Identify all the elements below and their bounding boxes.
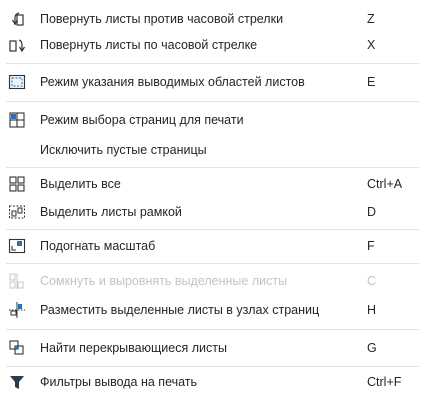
menu-item-label: Выделить листы рамкой <box>40 205 182 219</box>
menu-separator <box>6 63 419 64</box>
context-menu: Повернуть листы против часовой стрелки Z… <box>0 0 425 391</box>
fit-scale-icon <box>8 237 26 255</box>
menu-item-label: Фильтры вывода на печать <box>40 375 198 389</box>
menu-item-label: Повернуть листы по часовой стрелке <box>40 38 258 52</box>
rotate-ccw-icon <box>8 10 26 28</box>
align-sheets-icon <box>8 272 26 290</box>
menu-item-label: Найти перекрывающиеся листы <box>40 341 227 355</box>
menu-item-fit-scale[interactable]: Подогнать масштаб F <box>0 233 425 259</box>
menu-item-find-overlap[interactable]: Найти перекрывающиеся листы G <box>0 335 425 361</box>
menu-item-shortcut: Z <box>367 12 375 26</box>
menu-item-rotate-cw[interactable]: Повернуть листы по часовой стрелке X <box>0 32 425 58</box>
menu-item-label: Сомкнуть и выровнять выделенные листы <box>40 274 288 288</box>
menu-item-shortcut: Ctrl+A <box>367 177 403 191</box>
menu-item-label: Разместить выделенные листы в узлах стра… <box>40 303 320 317</box>
print-area-mode-icon <box>8 73 26 91</box>
menu-separator <box>6 229 419 230</box>
page-select-mode-icon <box>8 111 26 129</box>
menu-item-shortcut: Ctrl+F <box>367 375 402 389</box>
menu-separator <box>6 101 419 102</box>
menu-item-print-filters[interactable]: Фильтры вывода на печать Ctrl+F <box>0 369 425 395</box>
select-all-icon <box>8 175 26 193</box>
menu-item-page-select-mode[interactable]: Режим выбора страниц для печати <box>0 107 425 133</box>
menu-item-exclude-empty-pages[interactable]: Исключить пустые страницы <box>0 137 425 163</box>
menu-item-align-sheets[interactable]: Сомкнуть и выровнять выделенные листы C <box>0 268 425 294</box>
menu-separator <box>6 167 419 168</box>
menu-item-label: Режим выбора страниц для печати <box>40 113 244 127</box>
menu-separator <box>6 329 419 330</box>
menu-item-shortcut: H <box>367 303 377 317</box>
rotate-cw-icon <box>8 36 26 54</box>
menu-separator <box>6 263 419 264</box>
menu-item-print-area-mode[interactable]: Режим указания выводимых областей листов… <box>0 69 425 95</box>
menu-item-shortcut: D <box>367 205 377 219</box>
menu-item-select-all[interactable]: Выделить все Ctrl+A <box>0 171 425 197</box>
menu-item-rotate-ccw[interactable]: Повернуть листы против часовой стрелки Z <box>0 6 425 32</box>
filter-icon <box>8 373 26 391</box>
menu-separator <box>6 366 419 367</box>
frame-select-icon <box>8 203 26 221</box>
place-at-nodes-icon <box>8 301 26 319</box>
menu-item-label: Повернуть листы против часовой стрелки <box>40 12 284 26</box>
menu-item-label: Исключить пустые страницы <box>40 143 207 157</box>
menu-item-place-at-nodes[interactable]: Разместить выделенные листы в узлах стра… <box>0 297 425 323</box>
menu-item-label: Выделить все <box>40 177 121 191</box>
menu-item-frame-select[interactable]: Выделить листы рамкой D <box>0 199 425 225</box>
menu-item-shortcut: F <box>367 239 375 253</box>
menu-item-shortcut: C <box>367 274 377 288</box>
find-overlap-icon <box>8 339 26 357</box>
menu-item-shortcut: X <box>367 38 376 52</box>
menu-item-shortcut: E <box>367 75 376 89</box>
menu-item-shortcut: G <box>367 341 377 355</box>
menu-item-label: Подогнать масштаб <box>40 239 156 253</box>
menu-item-label: Режим указания выводимых областей листов <box>40 75 305 89</box>
